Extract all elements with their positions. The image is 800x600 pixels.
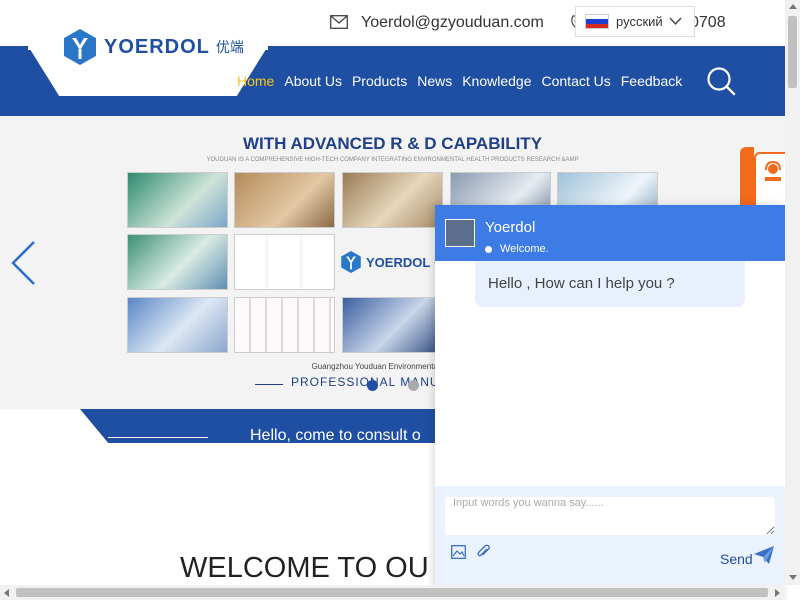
hero-photo <box>127 172 228 228</box>
hero-photo <box>127 234 228 290</box>
chat-agent-name: Yoerdol <box>485 219 536 236</box>
contact-phone[interactable]: 0708 <box>690 14 726 32</box>
hero-logo-text: YOERDOL <box>366 254 431 270</box>
site-logo[interactable]: YOERDOL 优端 <box>62 28 244 66</box>
page: Yoerdol@gzyouduan.com 0708 русский YOERD… <box>0 0 800 600</box>
contact-email[interactable]: Yoerdol@gzyouduan.com <box>361 14 544 32</box>
chat-message: Hello , How can I help you ? <box>475 261 745 307</box>
main-nav: Home About Us Products News Knowledge Co… <box>237 73 682 89</box>
service-icon[interactable] <box>762 160 784 182</box>
hero-subtitle: YOUDUAN IS A COMPREHENSIVE HIGH-TECH COM… <box>206 157 579 163</box>
nav-home[interactable]: Home <box>237 73 274 89</box>
slider-dot[interactable] <box>408 380 419 391</box>
logo-cn-text: 优端 <box>215 39 244 55</box>
consult-banner-text: Hello, come to consult o <box>250 427 421 444</box>
search-icon[interactable] <box>706 66 736 96</box>
horizontal-scroll-thumb[interactable] <box>16 588 768 597</box>
hero-photo <box>342 172 443 228</box>
nav-products[interactable]: Products <box>352 73 407 89</box>
hero-photo <box>342 297 443 353</box>
hero-photo <box>127 297 228 353</box>
nav-contact-us[interactable]: Contact Us <box>542 73 611 89</box>
logo-mark-icon <box>64 29 96 65</box>
chat-input[interactable] <box>445 497 775 535</box>
image-icon[interactable] <box>451 545 466 559</box>
online-status-dot <box>485 246 492 253</box>
scroll-right-arrow[interactable] <box>775 589 780 597</box>
chevron-down-icon <box>669 17 682 26</box>
hero-title: WITH ADVANCED R & D CAPABILITY <box>242 134 543 153</box>
scroll-up-arrow[interactable] <box>789 4 797 9</box>
hero-partner-logos <box>234 234 335 290</box>
hero-divider <box>255 384 283 385</box>
slider-dot-active[interactable] <box>367 380 378 391</box>
logo-text: YOERDOL <box>104 35 210 58</box>
vertical-scroll-thumb[interactable] <box>788 16 797 88</box>
hero-logo: YOERDOL 优 <box>340 250 447 274</box>
mail-icon <box>330 15 348 29</box>
send-icon[interactable] <box>753 545 775 565</box>
language-selector[interactable]: русский <box>575 6 695 37</box>
paperclip-icon[interactable] <box>475 544 491 560</box>
welcome-heading: WELCOME TO OU <box>180 552 429 584</box>
chat-status: Welcome. <box>500 243 549 255</box>
chat-avatar <box>445 219 475 247</box>
russia-flag-icon <box>585 14 609 29</box>
nav-knowledge[interactable]: Knowledge <box>462 73 531 89</box>
nav-feedback[interactable]: Feedback <box>621 73 682 89</box>
nav-news[interactable]: News <box>417 73 452 89</box>
hero-logo-mark-icon <box>341 251 361 273</box>
consult-banner-line <box>108 437 208 438</box>
hero-photo <box>234 172 335 228</box>
language-label: русский <box>616 14 663 29</box>
prev-arrow-icon[interactable] <box>10 240 36 286</box>
scroll-down-arrow[interactable] <box>789 575 797 580</box>
hero-certificates <box>234 297 335 353</box>
chat-widget: Yoerdol Welcome. Hello , How can I help … <box>435 205 785 600</box>
nav-about-us[interactable]: About Us <box>284 73 342 89</box>
scroll-left-arrow[interactable] <box>4 589 9 597</box>
send-button[interactable]: Send <box>720 551 753 567</box>
